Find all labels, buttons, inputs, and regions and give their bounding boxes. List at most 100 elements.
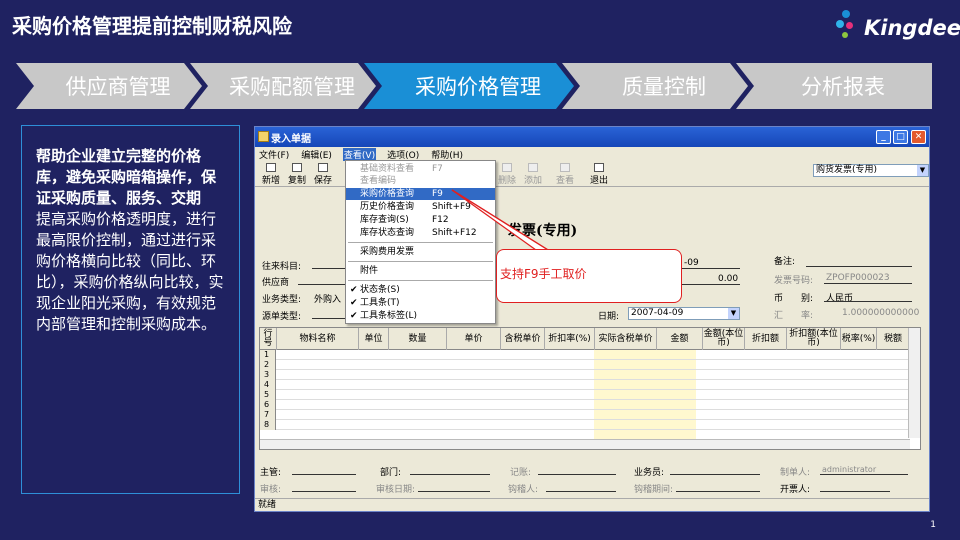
currency-underline: [824, 301, 912, 302]
menu-file[interactable]: 文件(F): [258, 148, 290, 161]
callout-text: 支持F9手工取价: [500, 267, 587, 281]
table-row[interactable]: 7: [260, 410, 910, 420]
col-amount-base: 金额(本位币): [703, 328, 745, 350]
maker-value: administrator: [822, 465, 877, 474]
remark-field[interactable]: [806, 266, 912, 267]
toolbar-add-button[interactable]: 添加: [521, 163, 545, 186]
copy-icon: [292, 163, 302, 172]
toolbar-save-button[interactable]: 保存: [311, 163, 335, 186]
col-row-no: 行号: [260, 328, 277, 350]
hook-date-label: 钩稽期间:: [634, 485, 674, 495]
hook-date-underline: [676, 491, 760, 492]
page-number: 1: [930, 520, 936, 530]
table-row[interactable]: 4: [260, 380, 910, 390]
manager-field[interactable]: [292, 474, 356, 475]
window-app-icon: [258, 131, 269, 142]
view-icon: [560, 163, 570, 172]
table-row[interactable]: 3: [260, 370, 910, 380]
business-type-label: 业务类型:: [262, 295, 302, 305]
step-quality-control[interactable]: 质量控制: [572, 63, 742, 109]
menu-item-toolbar-labels[interactable]: ✔ 工具条标签(L): [346, 310, 495, 322]
menu-item-toolbar[interactable]: ✔ 工具条(T): [346, 297, 495, 309]
window-title: 录入单据: [271, 133, 311, 145]
exit-icon: [594, 163, 604, 172]
table-header: 行号 物料名称 单位 数量 单价 含税单价 折扣率(%) 实际含税单价 金额 金…: [260, 328, 920, 350]
menu-item-history-price[interactable]: 历史价格查询 Shift+F9: [346, 201, 495, 213]
menu-options[interactable]: 选项(O): [386, 148, 420, 161]
menu-item-view-code[interactable]: 查看编码: [346, 175, 495, 187]
invoicer-label: 开票人:: [780, 485, 811, 495]
panel-body: 提高采购价格透明度，进行最高限价控制，通过进行采购价格横向比较（同比、环比），采…: [36, 210, 224, 333]
col-price: 单价: [447, 328, 501, 350]
step-supplier-management[interactable]: 供应商管理: [26, 63, 196, 109]
toolbar-copy-button[interactable]: 复制: [285, 163, 309, 186]
currency-value[interactable]: 人民币: [826, 291, 853, 304]
panel-heading: 帮助企业建立完整的价格库，避免采购暗箱操作，保证采购质量、服务、交期: [36, 147, 217, 207]
slide-title: 采购价格管理提前控制财税风险: [12, 14, 292, 38]
menu-item-basic-data[interactable]: 基础资料查看 F7: [346, 163, 495, 175]
toolbar-view-button[interactable]: 查看: [553, 163, 577, 186]
horizontal-scrollbar[interactable]: [260, 439, 910, 449]
step-quota-management[interactable]: 采购配额管理: [200, 63, 370, 109]
menu-item-stock-query[interactable]: 库存查询(S) F12: [346, 214, 495, 226]
table-row[interactable]: 2: [260, 360, 910, 370]
step-price-management[interactable]: 采购价格管理: [376, 63, 566, 109]
dept-label: 部门:: [380, 468, 402, 478]
chevron-down-icon[interactable]: ▼: [917, 165, 928, 176]
col-tax-amount: 税额: [877, 328, 910, 350]
hook-person-label: 钩稽人:: [508, 485, 539, 495]
menu-item-attachment[interactable]: 附件: [346, 265, 495, 277]
menu-edit[interactable]: 编辑(E): [300, 148, 333, 161]
menu-help[interactable]: 帮助(H): [430, 148, 464, 161]
table-row[interactable]: 5: [260, 390, 910, 400]
minimize-icon[interactable]: _: [876, 130, 891, 144]
invoice-no-underline: [824, 283, 912, 284]
invoice-no-label: 发票号码:: [774, 276, 814, 286]
maker-label: 制单人:: [780, 468, 811, 478]
amount-underline: [682, 284, 740, 285]
table-row[interactable]: 8: [260, 420, 910, 430]
maximize-icon[interactable]: □: [893, 130, 908, 144]
logo-text: Kingdee: [864, 16, 960, 40]
toolbar-new-button[interactable]: 新增: [259, 163, 283, 186]
date-partial: -09: [684, 258, 699, 268]
dept-field[interactable]: [410, 474, 490, 475]
doc-type-select[interactable]: 购货发票(专用) ▼: [813, 164, 929, 177]
date-label: 日期:: [598, 312, 620, 322]
rate-label: 汇 率:: [774, 311, 814, 321]
salesperson-field[interactable]: [670, 474, 760, 475]
toolbar-exit-button[interactable]: 退出: [587, 163, 611, 186]
manager-label: 主管:: [260, 468, 282, 478]
new-icon: [266, 163, 276, 172]
bookkeeper-label: 记账:: [510, 468, 532, 478]
maker-underline: [820, 474, 908, 475]
table-row[interactable]: 6: [260, 400, 910, 410]
menu-bar: 文件(F) 编辑(E) 查看(V) 选项(O) 帮助(H): [255, 147, 929, 161]
line-items-table: 行号 物料名称 单位 数量 单价 含税单价 折扣率(%) 实际含税单价 金额 金…: [259, 327, 921, 450]
step-analysis-report[interactable]: 分析报表: [746, 63, 926, 109]
callout-box: 支持F9手工取价: [496, 249, 682, 303]
menu-item-status-bar[interactable]: ✔ 状态条(S): [346, 284, 495, 296]
date-select[interactable]: 2007-04-09 ▼: [628, 307, 740, 320]
process-steps: 供应商管理 采购配额管理 采购价格管理 质量控制 分析报表: [16, 63, 932, 109]
hook-person-underline: [546, 491, 616, 492]
invoice-no-value: ZPOFP000023: [826, 273, 890, 283]
business-type-value[interactable]: 外购入: [314, 292, 341, 305]
vertical-scrollbar[interactable]: [908, 328, 920, 438]
invoicer-field[interactable]: [820, 491, 890, 492]
toolbar-delete-button[interactable]: 删除: [495, 163, 519, 186]
description-panel: 帮助企业建立完整的价格库，避免采购暗箱操作，保证采购质量、服务、交期 提高采购价…: [21, 125, 240, 494]
menu-separator: [348, 261, 493, 262]
menu-item-stock-status[interactable]: 库存状态查询 Shift+F12: [346, 227, 495, 239]
menu-item-expense-invoice[interactable]: 采购费用发票: [346, 246, 495, 258]
chevron-down-icon[interactable]: ▼: [728, 308, 739, 319]
col-qty: 数量: [389, 328, 447, 350]
close-icon[interactable]: ✕: [911, 130, 926, 144]
document-title: 发票(专用): [508, 223, 578, 239]
col-tax-price: 含税单价: [501, 328, 545, 350]
menu-view[interactable]: 查看(V): [342, 147, 377, 161]
source-type-field[interactable]: [312, 318, 346, 319]
menu-item-price-query[interactable]: 采购价格查询 F9: [346, 188, 495, 200]
account-label: 往来科目:: [262, 262, 302, 272]
table-row[interactable]: 1: [260, 350, 910, 360]
